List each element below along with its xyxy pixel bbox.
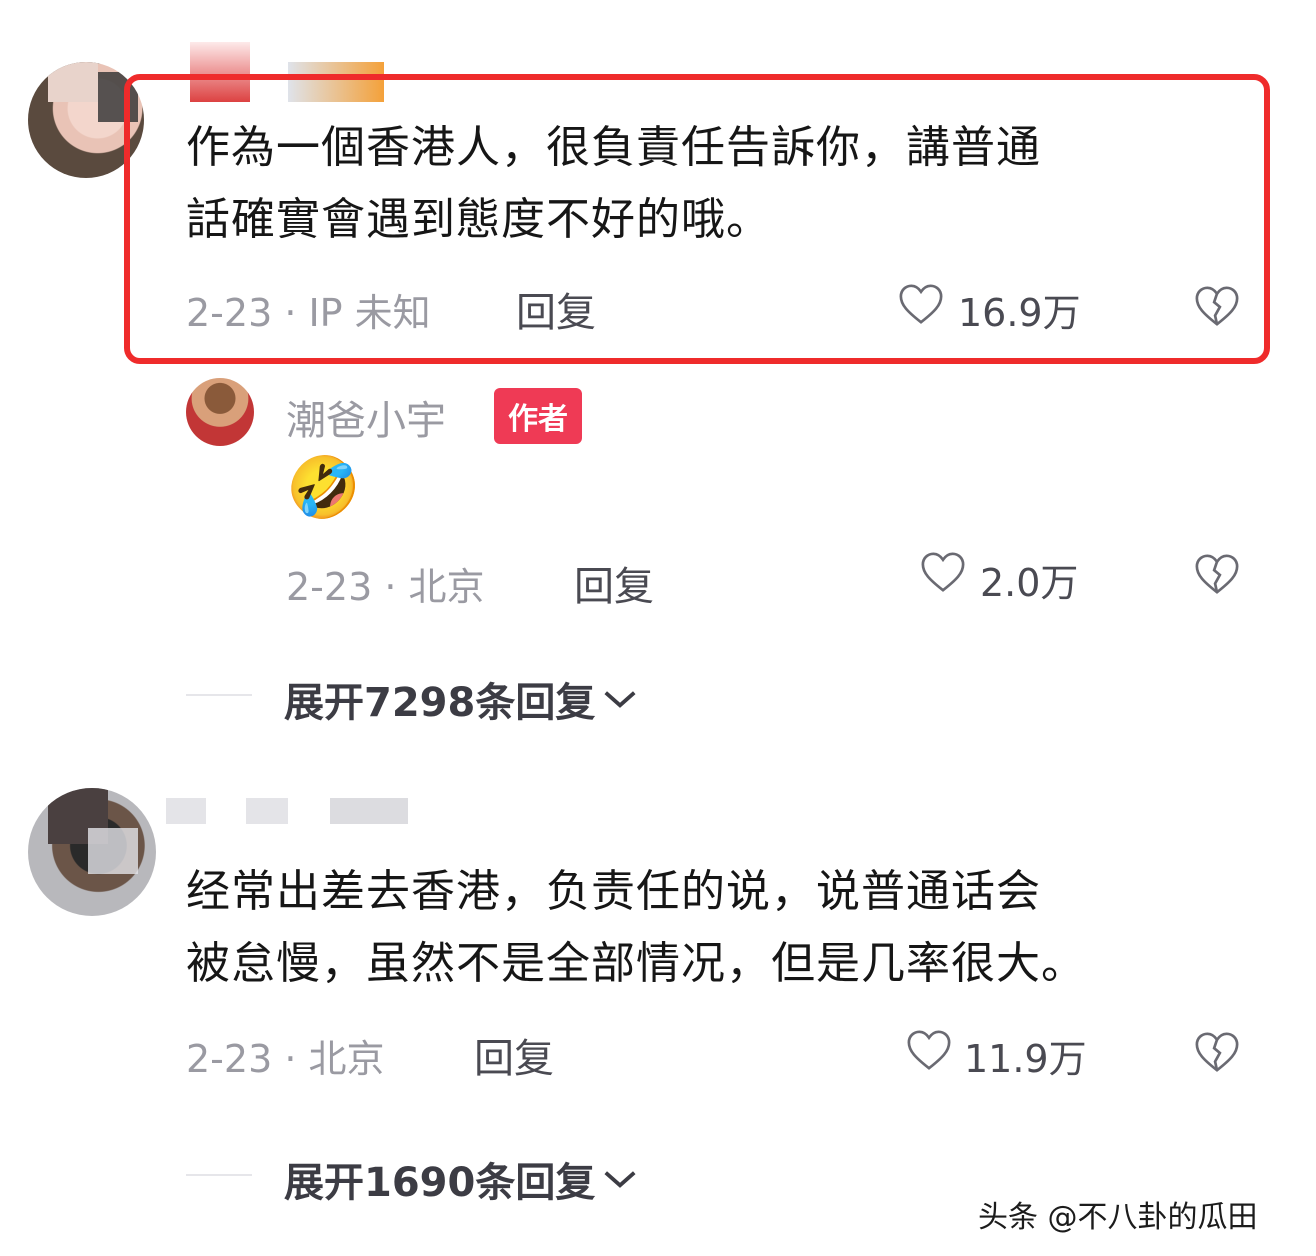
like-count: 2.0万 [980, 561, 1079, 605]
heart-outline-icon [899, 284, 943, 324]
like-button[interactable] [906, 1028, 952, 1072]
comment-date: 2-23 · 北京 [286, 565, 485, 609]
heart-outline-icon [921, 552, 965, 592]
reply-button[interactable]: 回复 [516, 280, 596, 338]
like-count: 16.9万 [958, 291, 1081, 335]
author-avatar[interactable] [186, 378, 254, 446]
username-redacted [246, 798, 288, 824]
username-redacted [166, 798, 206, 824]
dislike-button[interactable] [1194, 552, 1240, 596]
comment-date: 2-23 · IP 未知 [186, 291, 431, 335]
reply-button[interactable]: 回复 [574, 554, 654, 612]
broken-heart-icon [1195, 1032, 1239, 1072]
chevron-down-icon [604, 1171, 636, 1188]
username-redacted [330, 798, 408, 824]
dislike-button[interactable] [1194, 1030, 1240, 1074]
comment-text-line: 作為一個香港人，很負責任告訴你，講普通 [186, 122, 1041, 173]
like-button[interactable] [898, 282, 944, 326]
heart-outline-icon [907, 1030, 951, 1070]
reply-button[interactable]: 回复 [474, 1026, 554, 1084]
comment-date: 2-23 · 北京 [186, 1037, 385, 1081]
expand-replies-button[interactable]: 展开1690条回复 [284, 1150, 639, 1208]
expand-replies-label: 展开1690条回复 [284, 1160, 596, 1206]
author-name[interactable]: 潮爸小宇 [286, 388, 446, 446]
broken-heart-icon [1195, 286, 1239, 326]
divider [186, 694, 252, 696]
laughing-crying-emoji: 🤣 [286, 453, 361, 523]
comment-text-line: 話確實會遇到態度不好的哦。 [186, 194, 771, 245]
dislike-button[interactable] [1194, 284, 1240, 328]
like-count: 11.9万 [964, 1037, 1087, 1081]
expand-replies-button[interactable]: 展开7298条回复 [284, 670, 639, 728]
divider [186, 1174, 252, 1176]
expand-replies-label: 展开7298条回复 [284, 680, 596, 726]
chevron-down-icon [604, 691, 636, 708]
comment-text-line: 经常出差去香港，负责任的说，说普通话会 [186, 866, 1041, 917]
author-badge: 作者 [494, 388, 582, 444]
broken-heart-icon [1195, 554, 1239, 594]
comment-text-line: 被怠慢，虽然不是全部情况，但是几率很大。 [186, 938, 1086, 989]
like-button[interactable] [920, 550, 966, 594]
watermark: 头条 @不八卦的瓜田 [978, 1200, 1258, 1235]
avatar[interactable] [28, 788, 156, 916]
